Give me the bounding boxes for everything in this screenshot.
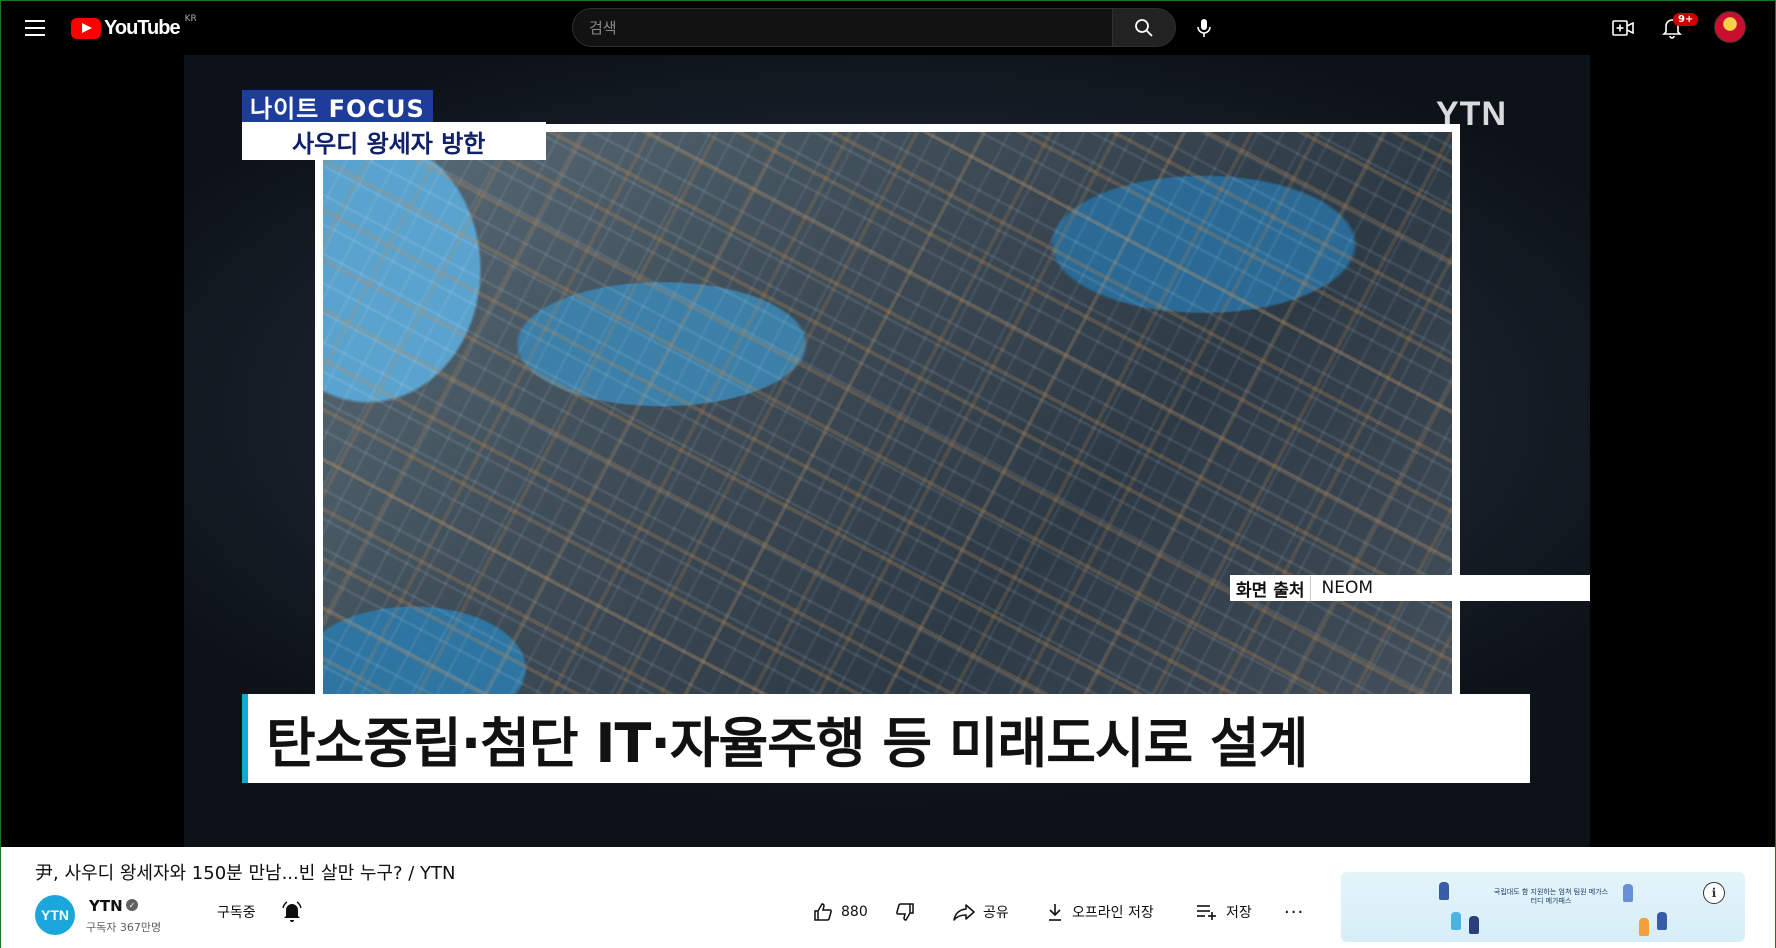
- voice-search-button[interactable]: [1184, 8, 1224, 48]
- video-title: 尹, 사우디 왕세자와 150분 만남...빈 살만 누구? / YTN: [35, 863, 456, 884]
- source-label: 화면 출처: [1230, 575, 1312, 601]
- news-headline-bar: 탄소중립·첨단 IT·자율주행 등 미래도시로 설계: [242, 694, 1530, 783]
- video-player: 나이트 FOCUS 사우디 왕세자 방한 YTN 화면 출처 NEOM 탄소중립…: [1, 55, 1775, 847]
- menu-icon[interactable]: [21, 15, 49, 41]
- logo-text: YouTube: [104, 16, 181, 39]
- video-surface[interactable]: 나이트 FOCUS 사우디 왕세자 방한 YTN 화면 출처 NEOM 탄소중립…: [184, 55, 1590, 847]
- save-to-playlist-button[interactable]: 저장: [1196, 895, 1252, 929]
- search-box: [572, 8, 1113, 47]
- broadcaster-watermark: YTN: [1436, 95, 1507, 133]
- offline-label: 오프라인 저장: [1072, 905, 1154, 921]
- like-button[interactable]: 880: [813, 895, 868, 929]
- download-icon: [1049, 904, 1061, 921]
- ad-info-icon[interactable]: i: [1703, 882, 1725, 904]
- more-actions-button[interactable]: ···: [1284, 895, 1304, 929]
- subscribe-button[interactable]: 구독중: [207, 897, 266, 927]
- search-input[interactable]: [573, 9, 1112, 46]
- aerial-city-render: [315, 124, 1460, 756]
- search-button[interactable]: [1112, 8, 1176, 47]
- video-info: 尹, 사우디 왕세자와 150분 만남...빈 살만 누구? / YTN YTN…: [1, 847, 1775, 948]
- ad-banner[interactable]: 국립대도 함 지원하는 엄쳐 팀원 메가스터디 메가패스: [1341, 872, 1745, 942]
- bell-ring-icon: [282, 901, 302, 922]
- youtube-play-icon: [71, 17, 101, 39]
- youtube-logo[interactable]: YouTube KR: [71, 14, 197, 42]
- download-button[interactable]: 오프라인 저장: [1046, 895, 1154, 929]
- search-icon: [1135, 18, 1153, 37]
- thumbs-up-icon: [814, 903, 832, 921]
- microphone-icon: [1197, 19, 1211, 37]
- youtube-watch-page: YouTube KR 9+ 나이트 FOCUS 사우디 왕세자 방한 YTN: [0, 0, 1776, 948]
- share-icon: [953, 904, 975, 921]
- source-caption: 화면 출처 NEOM: [1230, 575, 1590, 601]
- masthead: YouTube KR 9+: [1, 1, 1775, 55]
- account-avatar[interactable]: [1714, 11, 1746, 43]
- thumbs-down-icon: [896, 903, 914, 921]
- ad-figure: [1451, 912, 1461, 930]
- subscriber-count: 구독자 367만명: [86, 921, 162, 934]
- program-logo: 나이트 FOCUS: [242, 90, 433, 123]
- playlist-add-icon: [1197, 905, 1216, 920]
- notification-preference-button[interactable]: [279, 899, 305, 925]
- share-button[interactable]: 공유: [953, 895, 1009, 929]
- program-subtitle: 사우디 왕세자 방한: [242, 122, 546, 160]
- create-button[interactable]: [1607, 13, 1639, 43]
- channel-name[interactable]: YTN: [89, 897, 123, 915]
- ad-figure: [1639, 918, 1649, 936]
- save-label: 저장: [1226, 905, 1252, 921]
- ad-text: 국립대도 함 지원하는 엄쳐 팀원 메가스터디 메가패스: [1493, 888, 1609, 906]
- verified-check-icon: ✓: [126, 899, 138, 911]
- ad-figure: [1469, 916, 1479, 934]
- news-headline: 탄소중립·첨단 IT·자율주행 등 미래도시로 설계: [266, 712, 1308, 775]
- ad-figure: [1623, 884, 1633, 902]
- ad-figure: [1439, 882, 1449, 900]
- country-code: KR: [184, 14, 197, 24]
- share-label: 공유: [983, 905, 1009, 921]
- notification-badge: 9+: [1673, 13, 1699, 26]
- dislike-button[interactable]: [895, 895, 923, 929]
- ad-figure: [1657, 912, 1667, 930]
- create-video-icon: [1612, 20, 1634, 36]
- source-value: NEOM: [1321, 578, 1373, 598]
- like-count: 880: [841, 904, 868, 920]
- channel-avatar[interactable]: YTN: [35, 895, 75, 935]
